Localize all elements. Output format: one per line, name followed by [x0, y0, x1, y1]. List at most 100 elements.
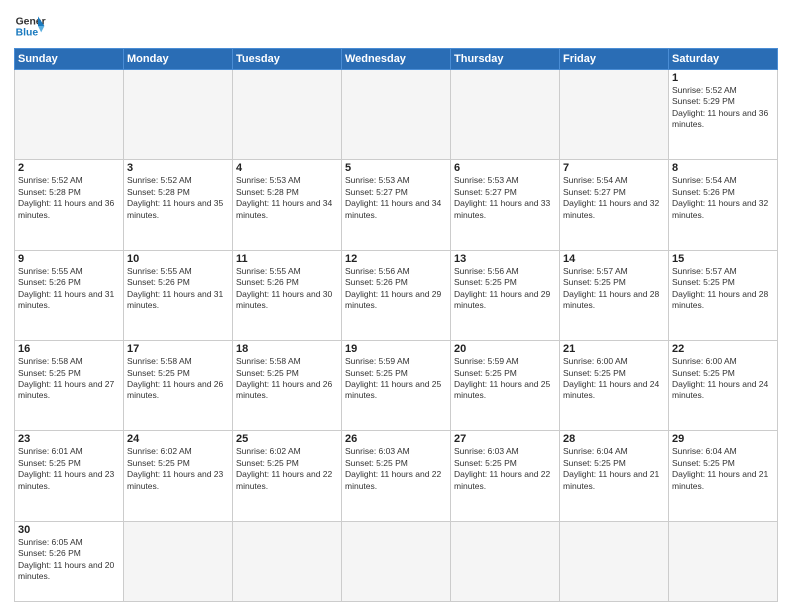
day-info: Sunrise: 6:03 AMSunset: 5:25 PMDaylight:…: [454, 446, 556, 492]
calendar-cell: 8Sunrise: 5:54 AMSunset: 5:26 PMDaylight…: [669, 160, 778, 250]
day-info: Sunrise: 5:54 AMSunset: 5:27 PMDaylight:…: [563, 175, 665, 221]
day-info: Sunrise: 5:52 AMSunset: 5:28 PMDaylight:…: [18, 175, 120, 221]
day-number: 29: [672, 433, 774, 445]
calendar-cell: 24Sunrise: 6:02 AMSunset: 5:25 PMDayligh…: [124, 431, 233, 521]
day-number: 18: [236, 343, 338, 355]
day-number: 16: [18, 343, 120, 355]
calendar-cell: [233, 70, 342, 160]
weekday-header-sunday: Sunday: [15, 49, 124, 70]
page: General Blue SundayMondayTuesdayWednesda…: [0, 0, 792, 612]
logo-icon: General Blue: [14, 10, 46, 42]
day-info: Sunrise: 5:56 AMSunset: 5:26 PMDaylight:…: [345, 266, 447, 312]
calendar-cell: 9Sunrise: 5:55 AMSunset: 5:26 PMDaylight…: [15, 250, 124, 340]
day-info: Sunrise: 6:00 AMSunset: 5:25 PMDaylight:…: [672, 356, 774, 402]
calendar-cell: 22Sunrise: 6:00 AMSunset: 5:25 PMDayligh…: [669, 341, 778, 431]
day-number: 19: [345, 343, 447, 355]
week-row-2: 2Sunrise: 5:52 AMSunset: 5:28 PMDaylight…: [15, 160, 778, 250]
day-number: 25: [236, 433, 338, 445]
weekday-header-row: SundayMondayTuesdayWednesdayThursdayFrid…: [15, 49, 778, 70]
week-row-4: 16Sunrise: 5:58 AMSunset: 5:25 PMDayligh…: [15, 341, 778, 431]
day-number: 23: [18, 433, 120, 445]
calendar-cell: [233, 521, 342, 601]
day-number: 4: [236, 162, 338, 174]
day-info: Sunrise: 5:58 AMSunset: 5:25 PMDaylight:…: [18, 356, 120, 402]
calendar-cell: 6Sunrise: 5:53 AMSunset: 5:27 PMDaylight…: [451, 160, 560, 250]
calendar-cell: 20Sunrise: 5:59 AMSunset: 5:25 PMDayligh…: [451, 341, 560, 431]
day-info: Sunrise: 6:00 AMSunset: 5:25 PMDaylight:…: [563, 356, 665, 402]
calendar-cell: 3Sunrise: 5:52 AMSunset: 5:28 PMDaylight…: [124, 160, 233, 250]
week-row-1: 1Sunrise: 5:52 AMSunset: 5:29 PMDaylight…: [15, 70, 778, 160]
calendar-cell: [15, 70, 124, 160]
day-number: 8: [672, 162, 774, 174]
day-info: Sunrise: 5:52 AMSunset: 5:28 PMDaylight:…: [127, 175, 229, 221]
day-number: 27: [454, 433, 556, 445]
calendar-cell: 29Sunrise: 6:04 AMSunset: 5:25 PMDayligh…: [669, 431, 778, 521]
header: General Blue: [14, 10, 778, 42]
day-number: 30: [18, 524, 120, 536]
day-info: Sunrise: 6:01 AMSunset: 5:25 PMDaylight:…: [18, 446, 120, 492]
calendar-cell: [342, 70, 451, 160]
calendar-cell: 23Sunrise: 6:01 AMSunset: 5:25 PMDayligh…: [15, 431, 124, 521]
day-info: Sunrise: 6:05 AMSunset: 5:26 PMDaylight:…: [18, 537, 120, 583]
calendar-cell: [451, 70, 560, 160]
week-row-3: 9Sunrise: 5:55 AMSunset: 5:26 PMDaylight…: [15, 250, 778, 340]
day-info: Sunrise: 5:53 AMSunset: 5:27 PMDaylight:…: [345, 175, 447, 221]
calendar-cell: 26Sunrise: 6:03 AMSunset: 5:25 PMDayligh…: [342, 431, 451, 521]
day-info: Sunrise: 5:57 AMSunset: 5:25 PMDaylight:…: [563, 266, 665, 312]
calendar-cell: 5Sunrise: 5:53 AMSunset: 5:27 PMDaylight…: [342, 160, 451, 250]
day-number: 5: [345, 162, 447, 174]
day-number: 6: [454, 162, 556, 174]
calendar-cell: 12Sunrise: 5:56 AMSunset: 5:26 PMDayligh…: [342, 250, 451, 340]
calendar-cell: [124, 521, 233, 601]
calendar-cell: [560, 70, 669, 160]
weekday-header-monday: Monday: [124, 49, 233, 70]
day-info: Sunrise: 5:59 AMSunset: 5:25 PMDaylight:…: [345, 356, 447, 402]
day-number: 22: [672, 343, 774, 355]
weekday-header-tuesday: Tuesday: [233, 49, 342, 70]
week-row-5: 23Sunrise: 6:01 AMSunset: 5:25 PMDayligh…: [15, 431, 778, 521]
day-number: 7: [563, 162, 665, 174]
day-info: Sunrise: 5:55 AMSunset: 5:26 PMDaylight:…: [127, 266, 229, 312]
day-info: Sunrise: 5:53 AMSunset: 5:27 PMDaylight:…: [454, 175, 556, 221]
day-info: Sunrise: 5:55 AMSunset: 5:26 PMDaylight:…: [236, 266, 338, 312]
week-row-6: 30Sunrise: 6:05 AMSunset: 5:26 PMDayligh…: [15, 521, 778, 601]
day-number: 2: [18, 162, 120, 174]
calendar-cell: 7Sunrise: 5:54 AMSunset: 5:27 PMDaylight…: [560, 160, 669, 250]
weekday-header-thursday: Thursday: [451, 49, 560, 70]
calendar-cell: 18Sunrise: 5:58 AMSunset: 5:25 PMDayligh…: [233, 341, 342, 431]
day-info: Sunrise: 6:04 AMSunset: 5:25 PMDaylight:…: [672, 446, 774, 492]
day-number: 26: [345, 433, 447, 445]
day-number: 24: [127, 433, 229, 445]
day-info: Sunrise: 5:56 AMSunset: 5:25 PMDaylight:…: [454, 266, 556, 312]
calendar-table: SundayMondayTuesdayWednesdayThursdayFrid…: [14, 48, 778, 602]
calendar-cell: 11Sunrise: 5:55 AMSunset: 5:26 PMDayligh…: [233, 250, 342, 340]
calendar-cell: 27Sunrise: 6:03 AMSunset: 5:25 PMDayligh…: [451, 431, 560, 521]
weekday-header-wednesday: Wednesday: [342, 49, 451, 70]
calendar-cell: 19Sunrise: 5:59 AMSunset: 5:25 PMDayligh…: [342, 341, 451, 431]
weekday-header-saturday: Saturday: [669, 49, 778, 70]
day-number: 14: [563, 253, 665, 265]
calendar-cell: [451, 521, 560, 601]
day-number: 12: [345, 253, 447, 265]
day-number: 21: [563, 343, 665, 355]
calendar-cell: 4Sunrise: 5:53 AMSunset: 5:28 PMDaylight…: [233, 160, 342, 250]
calendar-cell: [342, 521, 451, 601]
day-info: Sunrise: 6:02 AMSunset: 5:25 PMDaylight:…: [236, 446, 338, 492]
calendar-cell: 21Sunrise: 6:00 AMSunset: 5:25 PMDayligh…: [560, 341, 669, 431]
calendar-cell: 30Sunrise: 6:05 AMSunset: 5:26 PMDayligh…: [15, 521, 124, 601]
day-info: Sunrise: 5:55 AMSunset: 5:26 PMDaylight:…: [18, 266, 120, 312]
calendar-cell: 14Sunrise: 5:57 AMSunset: 5:25 PMDayligh…: [560, 250, 669, 340]
day-info: Sunrise: 5:59 AMSunset: 5:25 PMDaylight:…: [454, 356, 556, 402]
svg-text:Blue: Blue: [16, 28, 39, 39]
day-number: 10: [127, 253, 229, 265]
day-number: 20: [454, 343, 556, 355]
calendar-cell: 10Sunrise: 5:55 AMSunset: 5:26 PMDayligh…: [124, 250, 233, 340]
day-number: 3: [127, 162, 229, 174]
day-info: Sunrise: 5:52 AMSunset: 5:29 PMDaylight:…: [672, 85, 774, 131]
day-info: Sunrise: 6:03 AMSunset: 5:25 PMDaylight:…: [345, 446, 447, 492]
calendar-cell: [669, 521, 778, 601]
day-info: Sunrise: 5:58 AMSunset: 5:25 PMDaylight:…: [236, 356, 338, 402]
day-number: 1: [672, 72, 774, 84]
calendar-cell: 2Sunrise: 5:52 AMSunset: 5:28 PMDaylight…: [15, 160, 124, 250]
calendar-cell: 25Sunrise: 6:02 AMSunset: 5:25 PMDayligh…: [233, 431, 342, 521]
